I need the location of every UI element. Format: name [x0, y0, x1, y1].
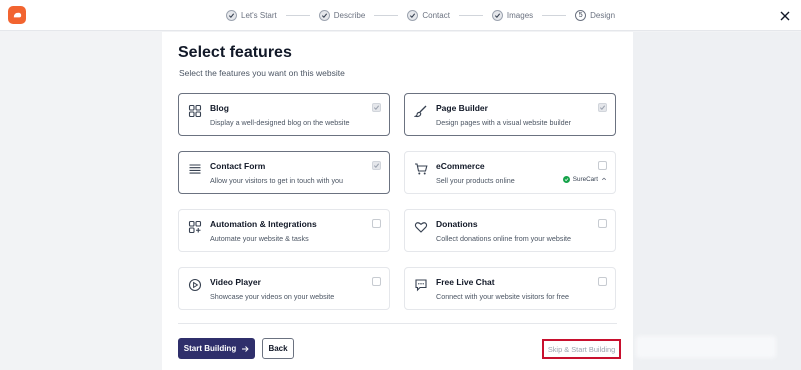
feature-title: Free Live Chat [436, 277, 495, 287]
feature-card-automation[interactable]: Automation & Integrations Automate your … [178, 209, 390, 252]
feature-card-contact-form[interactable]: Contact Form Allow your visitors to get … [178, 151, 390, 194]
step-connector [374, 14, 399, 16]
check-icon [318, 9, 330, 21]
logo-icon [8, 6, 26, 24]
feature-card-page-builder[interactable]: Page Builder Design pages with a visual … [404, 93, 616, 136]
feature-checkbox[interactable] [598, 277, 607, 286]
top-bar: Let's Start Describe Contact Images 5 De… [0, 0, 801, 31]
feature-title: Blog [210, 103, 229, 113]
feature-description: Allow your visitors to get in touch with… [210, 176, 344, 185]
step-lets-start[interactable]: Let's Start [226, 9, 277, 21]
brush-icon [413, 104, 428, 118]
feature-title: Page Builder [436, 103, 488, 113]
feature-card-video-player[interactable]: Video Player Showcase your videos on you… [178, 267, 390, 310]
skip-and-start-building-link[interactable]: Skip & Start Building [542, 339, 621, 359]
form-lines-icon [188, 162, 202, 176]
feature-description: Showcase your videos on your website [210, 292, 335, 301]
check-icon [491, 9, 503, 21]
step-describe[interactable]: Describe [318, 9, 366, 21]
arrow-right-icon [242, 345, 249, 352]
feature-checkbox[interactable] [372, 219, 381, 228]
step-connector [285, 14, 310, 16]
feature-title: Video Player [210, 277, 261, 287]
step-connector [458, 14, 483, 16]
feature-description: Sell your products online [436, 176, 515, 185]
feature-description: Collect donations online from your websi… [436, 234, 572, 243]
step-label: Describe [333, 10, 366, 20]
step-label: Images [506, 10, 534, 20]
feature-checkbox[interactable] [372, 103, 381, 112]
feature-card-donations[interactable]: Donations Collect donations online from … [404, 209, 616, 252]
progress-steps: Let's Start Describe Contact Images 5 De… [226, 8, 615, 22]
feature-checkbox[interactable] [372, 161, 381, 170]
feature-card-blog[interactable]: Blog Display a well-designed blog on the… [178, 93, 390, 136]
step-images[interactable]: Images [491, 9, 534, 21]
feature-title: eCommerce [436, 161, 485, 171]
step-label: Contact [422, 10, 450, 20]
start-building-button[interactable]: Start Building [178, 338, 255, 359]
back-button[interactable]: Back [262, 338, 294, 359]
feature-card-ecommerce[interactable]: eCommerce Sell your products online Sure… [404, 151, 616, 194]
feature-title: Automation & Integrations [210, 219, 317, 229]
cart-icon [414, 162, 428, 176]
feature-description: Design pages with a visual website build… [436, 118, 572, 127]
feature-checkbox[interactable] [598, 103, 607, 112]
feature-card-live-chat[interactable]: Free Live Chat Connect with your website… [404, 267, 616, 310]
close-icon[interactable] [779, 9, 791, 21]
surecart-logo-icon [562, 175, 570, 183]
step-design[interactable]: 5 Design [575, 9, 616, 21]
chat-icon [414, 278, 428, 292]
check-icon [226, 9, 237, 21]
feature-description: Display a well-designed blog on the webs… [210, 118, 350, 127]
feature-description: Connect with your website visitors for f… [436, 292, 570, 301]
step-label: Let's Start [241, 10, 277, 20]
check-icon [407, 9, 419, 21]
apps-plus-icon [188, 220, 202, 234]
feature-checkbox[interactable] [372, 277, 381, 286]
badge-label: SureCart [572, 175, 598, 183]
step-contact[interactable]: Contact [407, 9, 450, 21]
page-subtitle: Select the features you want on this web… [179, 68, 345, 78]
left-background [0, 32, 162, 370]
feature-description: Automate your website & tasks [210, 234, 309, 243]
chevron-up-icon [601, 177, 607, 181]
feature-checkbox[interactable] [598, 219, 607, 228]
feature-checkbox[interactable] [598, 161, 607, 170]
surecart-badge[interactable]: SureCart [562, 174, 607, 184]
blurred-area [636, 336, 776, 358]
play-circle-icon [188, 278, 202, 292]
step-label: Design [590, 10, 616, 20]
step-connector [542, 14, 567, 16]
features-panel: Select features Select the features you … [162, 32, 633, 370]
feature-title: Donations [436, 219, 478, 229]
grid-icon [188, 104, 202, 118]
heart-icon [414, 220, 428, 234]
feature-title: Contact Form [210, 161, 266, 171]
page-title: Select features [178, 44, 292, 61]
divider [178, 323, 617, 324]
start-building-label: Start Building [183, 344, 237, 353]
step-number: 5 [575, 9, 587, 21]
right-background [633, 32, 801, 370]
